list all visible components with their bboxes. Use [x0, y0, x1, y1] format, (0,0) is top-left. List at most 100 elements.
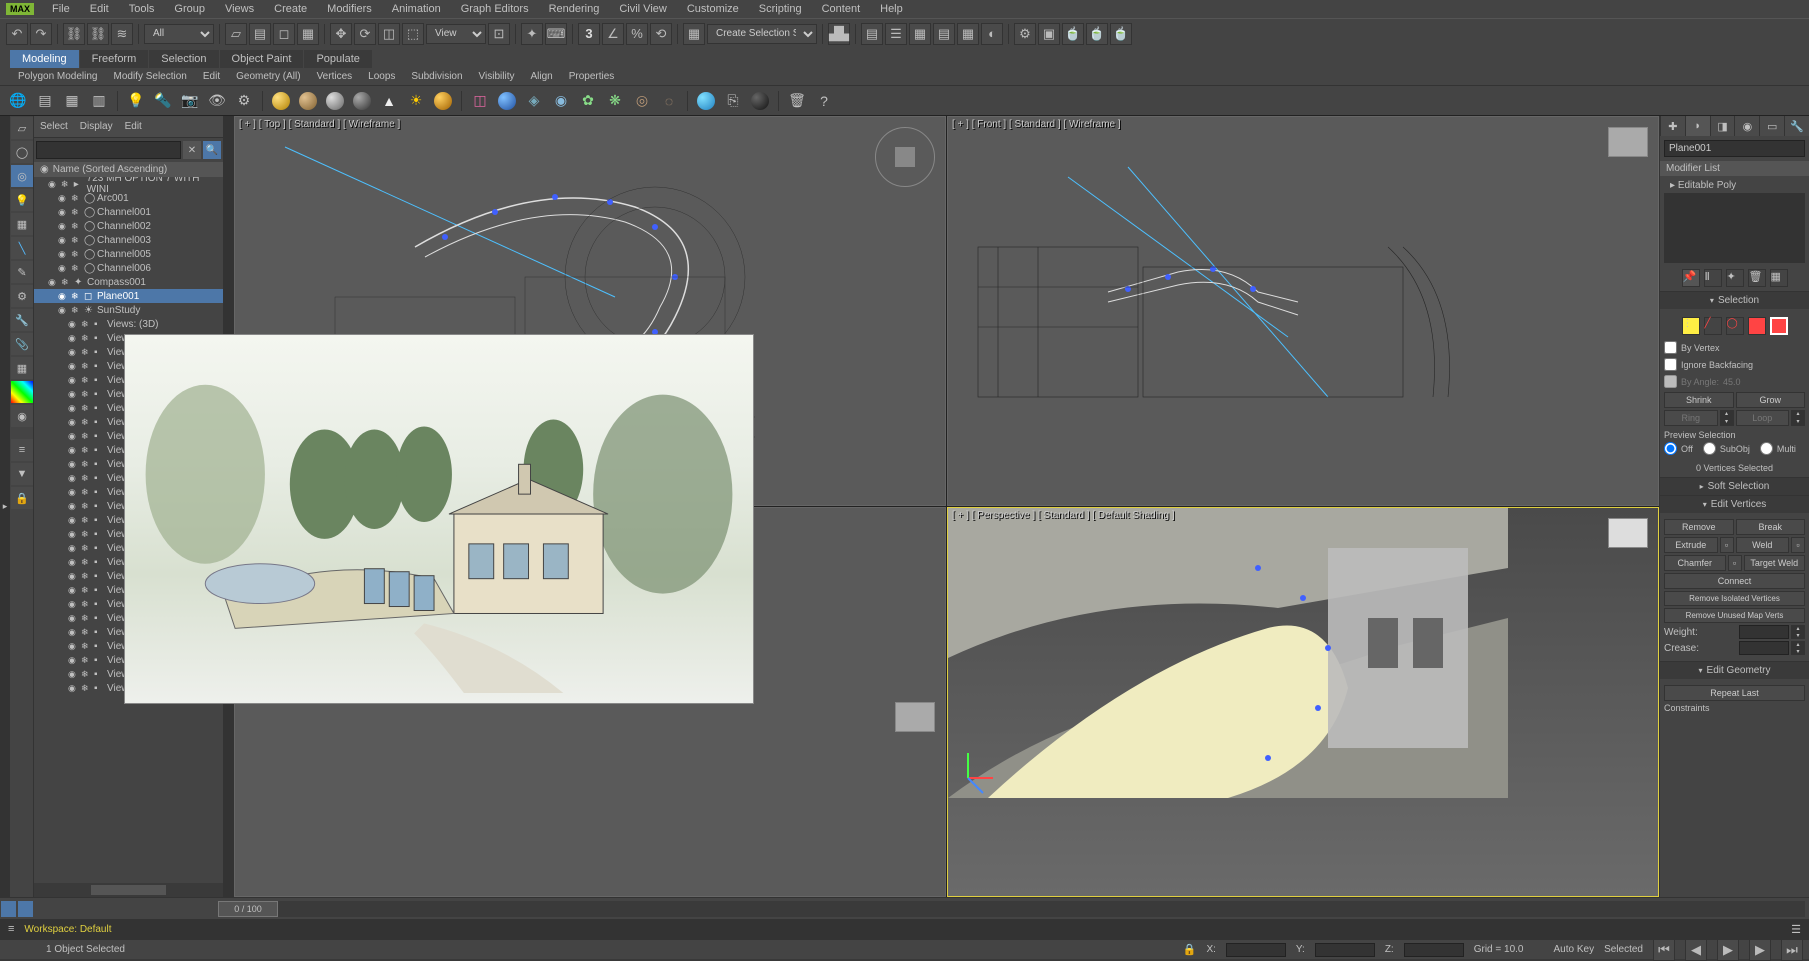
freeze-icon[interactable]: ❄	[71, 249, 81, 260]
spinner-snap-button[interactable]: ⟲	[650, 23, 672, 45]
scene-search-input[interactable]	[36, 141, 181, 159]
connect-button[interactable]: Connect	[1664, 573, 1805, 589]
schematic-button[interactable]: ▦	[957, 23, 979, 45]
freeze-icon[interactable]: ❄	[71, 221, 81, 232]
mirror-button[interactable]: ▟▙	[828, 23, 850, 45]
utilities-tab-icon[interactable]: 🔧	[1784, 116, 1809, 136]
menu-views[interactable]: Views	[215, 1, 264, 17]
select-button[interactable]: ▱	[225, 23, 247, 45]
sphere-gold-icon[interactable]	[431, 89, 455, 113]
weight-spinner[interactable]: ▴▾	[1791, 625, 1805, 639]
visibility-icon[interactable]: ◉	[68, 375, 78, 386]
timeline-config2-icon[interactable]	[18, 901, 33, 917]
toggle-button[interactable]: ▦	[909, 23, 931, 45]
visibility-icon[interactable]: ◉	[68, 515, 78, 526]
spot-icon[interactable]: 🔦	[151, 89, 175, 113]
play-next-icon[interactable]: ▶	[1749, 939, 1771, 961]
ribbon-sub-align[interactable]: Align	[522, 69, 560, 84]
stack-item[interactable]: ▸ Editable Poly	[1664, 178, 1805, 193]
chamfer-settings-icon[interactable]: ▫	[1728, 555, 1742, 571]
rail-circle-icon[interactable]: ◯	[11, 141, 33, 163]
rail-wrench-icon[interactable]: 🔧	[11, 309, 33, 331]
preview-off-radio[interactable]	[1664, 442, 1677, 455]
menu-scripting[interactable]: Scripting	[749, 1, 812, 17]
helper1-icon[interactable]: ◉	[549, 89, 573, 113]
repeat-last-button[interactable]: Repeat Last	[1664, 685, 1805, 701]
unique-icon[interactable]: ✦	[1726, 269, 1744, 287]
freeze-icon[interactable]: ❄	[81, 431, 91, 442]
visibility-icon[interactable]: ◉	[58, 305, 68, 316]
workspace-label[interactable]: Workspace: Default	[24, 924, 111, 935]
scale-button[interactable]: ◫	[378, 23, 400, 45]
ribbon-sub-modify-selection[interactable]: Modify Selection	[106, 69, 195, 84]
visibility-icon[interactable]: ◉	[58, 235, 68, 246]
remove-button[interactable]: Remove	[1664, 519, 1734, 535]
grow-button[interactable]: Grow	[1736, 392, 1806, 408]
scene-scrollbar[interactable]	[34, 883, 223, 897]
extrude-button[interactable]: Extrude	[1664, 537, 1718, 553]
visibility-icon[interactable]: ◉	[58, 263, 68, 274]
pivot-button[interactable]: ⊡	[488, 23, 510, 45]
angle-snap-button[interactable]: ∠	[602, 23, 624, 45]
dark-sphere-icon[interactable]	[748, 89, 772, 113]
eye-icon[interactable]: 👁	[205, 89, 229, 113]
menu-modifiers[interactable]: Modifiers	[317, 1, 382, 17]
ribbon-sub-visibility[interactable]: Visibility	[471, 69, 523, 84]
box-icon[interactable]: ◫	[468, 89, 492, 113]
z-input[interactable]	[1404, 943, 1464, 957]
edge-subobj-icon[interactable]: ╱	[1704, 317, 1722, 335]
tree-row[interactable]: ◉❄✦Compass001	[34, 275, 223, 289]
rail-edit-icon[interactable]: ✎	[11, 261, 33, 283]
rail-bulb-icon[interactable]: 💡	[11, 189, 33, 211]
scene-column-header[interactable]: ◉Name (Sorted Ascending)	[34, 162, 223, 177]
config-icon[interactable]: ▦	[1770, 269, 1788, 287]
by-vertex-checkbox[interactable]	[1664, 341, 1677, 354]
remove-unused-button[interactable]: Remove Unused Map Verts	[1664, 608, 1805, 623]
polygon-subobj-icon[interactable]	[1748, 317, 1766, 335]
rail-grid-icon[interactable]: ▦	[11, 357, 33, 379]
ribbon-sub-polygon-modeling[interactable]: Polygon Modeling	[10, 69, 106, 84]
render-setup-button[interactable]: ⚙	[1014, 23, 1036, 45]
tree-row[interactable]: ◉❄◻Plane001	[34, 289, 223, 303]
rail-sphere-icon[interactable]: ◉	[11, 405, 33, 427]
undo-button[interactable]: ↶	[6, 23, 28, 45]
viewcube-front-icon[interactable]	[1608, 127, 1648, 157]
sphere-tan-icon[interactable]	[296, 89, 320, 113]
camera-icon[interactable]: 📷	[178, 89, 202, 113]
display-tab-icon[interactable]: ▭	[1759, 116, 1784, 136]
freeze-icon[interactable]: ❄	[81, 473, 91, 484]
menu-help[interactable]: Help	[870, 1, 913, 17]
freeze-icon[interactable]: ❄	[81, 543, 91, 554]
ribbon-tab-object-paint[interactable]: Object Paint	[220, 50, 304, 68]
menu-group[interactable]: Group	[164, 1, 215, 17]
scene-search-go-icon[interactable]: 🔍	[203, 141, 221, 159]
selection-rollout-header[interactable]: Selection	[1660, 292, 1809, 309]
freeze-icon[interactable]: ❄	[81, 529, 91, 540]
visibility-icon[interactable]: ◉	[68, 641, 78, 652]
vertex-subobj-icon[interactable]: ⋮	[1682, 317, 1700, 335]
freeze-icon[interactable]: ❄	[61, 277, 71, 288]
viewport-perspective[interactable]: [ + ] [ Perspective ] [ Standard ] [ Def…	[947, 507, 1659, 897]
helper2-icon[interactable]: ✿	[576, 89, 600, 113]
freeze-icon[interactable]: ❄	[81, 627, 91, 638]
x-input[interactable]	[1226, 943, 1286, 957]
visibility-icon[interactable]: ◉	[68, 431, 78, 442]
ignore-backfacing-checkbox[interactable]	[1664, 358, 1677, 371]
show-result-icon[interactable]: Ⅱ	[1704, 269, 1722, 287]
panel2-icon[interactable]: ▦	[60, 89, 84, 113]
ribbon-tab-populate[interactable]: Populate	[304, 50, 371, 68]
play-back-icon[interactable]: ⏮	[1653, 939, 1675, 961]
bind-button[interactable]: ≋	[111, 23, 133, 45]
select-region-button[interactable]: ◻	[273, 23, 295, 45]
visibility-icon[interactable]: ◉	[58, 207, 68, 218]
freeze-icon[interactable]: ❄	[81, 515, 91, 526]
menu-customize[interactable]: Customize	[677, 1, 749, 17]
modifier-list-label[interactable]: Modifier List	[1660, 161, 1809, 176]
visibility-icon[interactable]: ◉	[58, 193, 68, 204]
scene-tab-edit[interactable]: Edit	[125, 121, 142, 132]
freeze-icon[interactable]: ❄	[81, 417, 91, 428]
scene-tab-display[interactable]: Display	[80, 121, 113, 132]
freeze-icon[interactable]: ❄	[81, 683, 91, 694]
window-crossing-button[interactable]: ▦	[297, 23, 319, 45]
render2-button[interactable]: 🍵	[1086, 23, 1108, 45]
